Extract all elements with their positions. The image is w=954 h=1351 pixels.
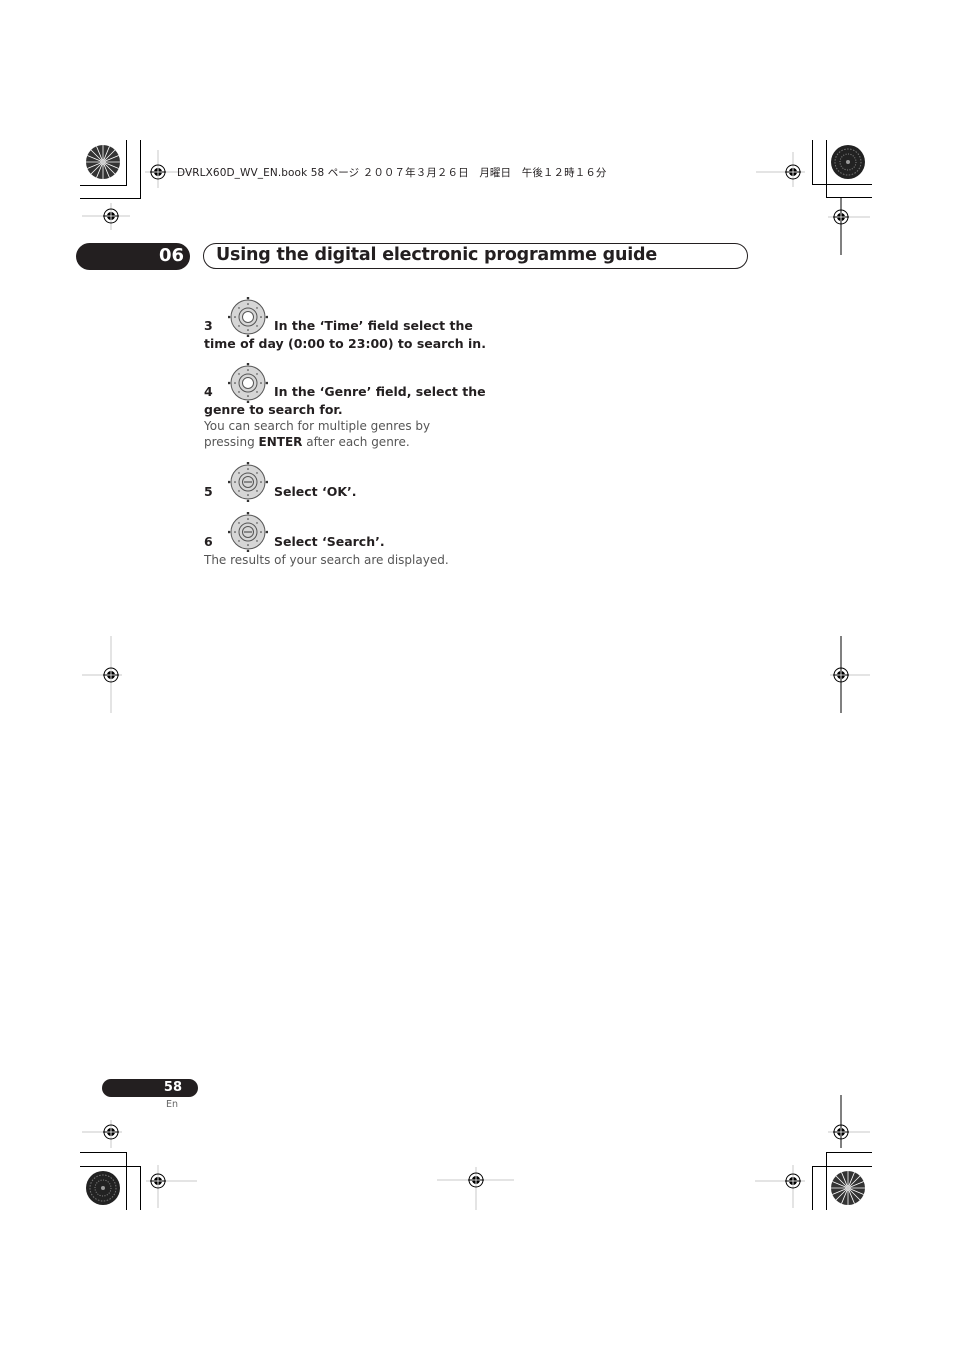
- step-instruction: Select ‘OK’.: [274, 484, 357, 499]
- step-number: 4: [204, 384, 213, 399]
- step-instruction: In the ‘Genre’ field, select the: [274, 384, 486, 399]
- print-file-info: DVRLX60D_WV_EN.book 58 ページ ２００７年３月２６日 月曜…: [177, 167, 607, 179]
- step-note: The results of your search are displayed…: [204, 553, 449, 567]
- step-instruction: In the ‘Time’ field select the: [274, 318, 473, 333]
- registration-marks: [82, 144, 870, 1210]
- page-number: 58: [163, 1080, 182, 1095]
- page-number-tab: 58: [102, 1079, 198, 1097]
- chapter-number: 06: [158, 245, 184, 266]
- language-code: En: [166, 1099, 179, 1110]
- step-note: You can search for multiple genres by pr…: [204, 418, 444, 450]
- chapter-title: Using the digital electronic programme g…: [216, 245, 658, 265]
- note-text-end: after each genre.: [302, 435, 410, 449]
- step-instruction-cont: time of day (0:00 to 23:00) to search in…: [204, 336, 486, 351]
- step-number: 6: [204, 534, 213, 549]
- step-number: 3: [204, 318, 213, 333]
- step-instruction: Select ‘Search’.: [274, 534, 385, 549]
- step-number: 5: [204, 484, 213, 499]
- step-instruction-cont: genre to search for.: [204, 402, 343, 417]
- chapter-tab: 06: [76, 243, 190, 270]
- enter-key-label: ENTER: [258, 435, 303, 449]
- chapter-title-box: Using the digital electronic programme g…: [203, 243, 748, 269]
